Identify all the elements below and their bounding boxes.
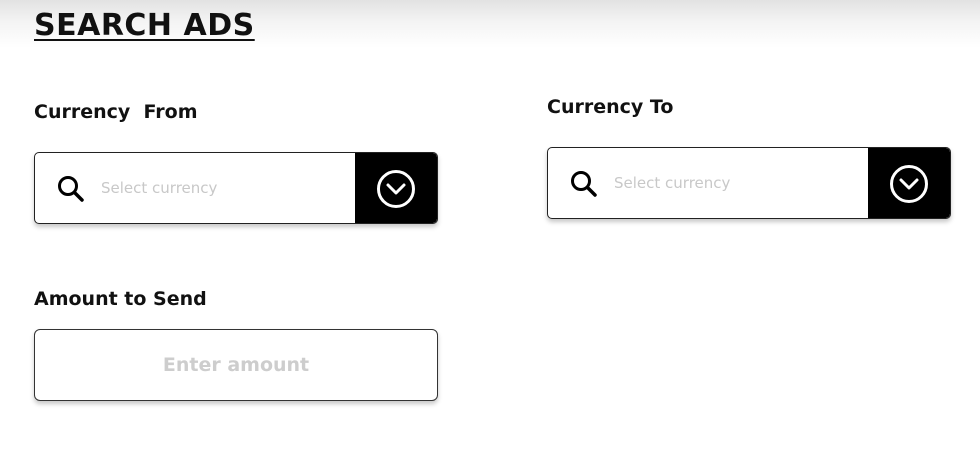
- amount-field[interactable]: [34, 329, 438, 401]
- currency-from-select[interactable]: [34, 152, 438, 224]
- search-icon: [571, 171, 597, 197]
- currency-from-input[interactable]: [101, 153, 351, 223]
- chevron-down-circle-icon: [377, 170, 415, 208]
- currency-to-dropdown-button[interactable]: [868, 148, 950, 218]
- currency-from-label: Currency From: [34, 101, 198, 123]
- currency-to-label: Currency To: [547, 96, 674, 118]
- search-icon: [58, 176, 84, 202]
- currency-to-input[interactable]: [614, 148, 864, 218]
- currency-from-dropdown-button[interactable]: [355, 153, 437, 223]
- amount-input[interactable]: [35, 330, 437, 400]
- page-title: SEARCH ADS: [34, 8, 255, 43]
- amount-label: Amount to Send: [34, 288, 207, 310]
- chevron-down-circle-icon: [890, 165, 928, 203]
- currency-to-select[interactable]: [547, 147, 951, 219]
